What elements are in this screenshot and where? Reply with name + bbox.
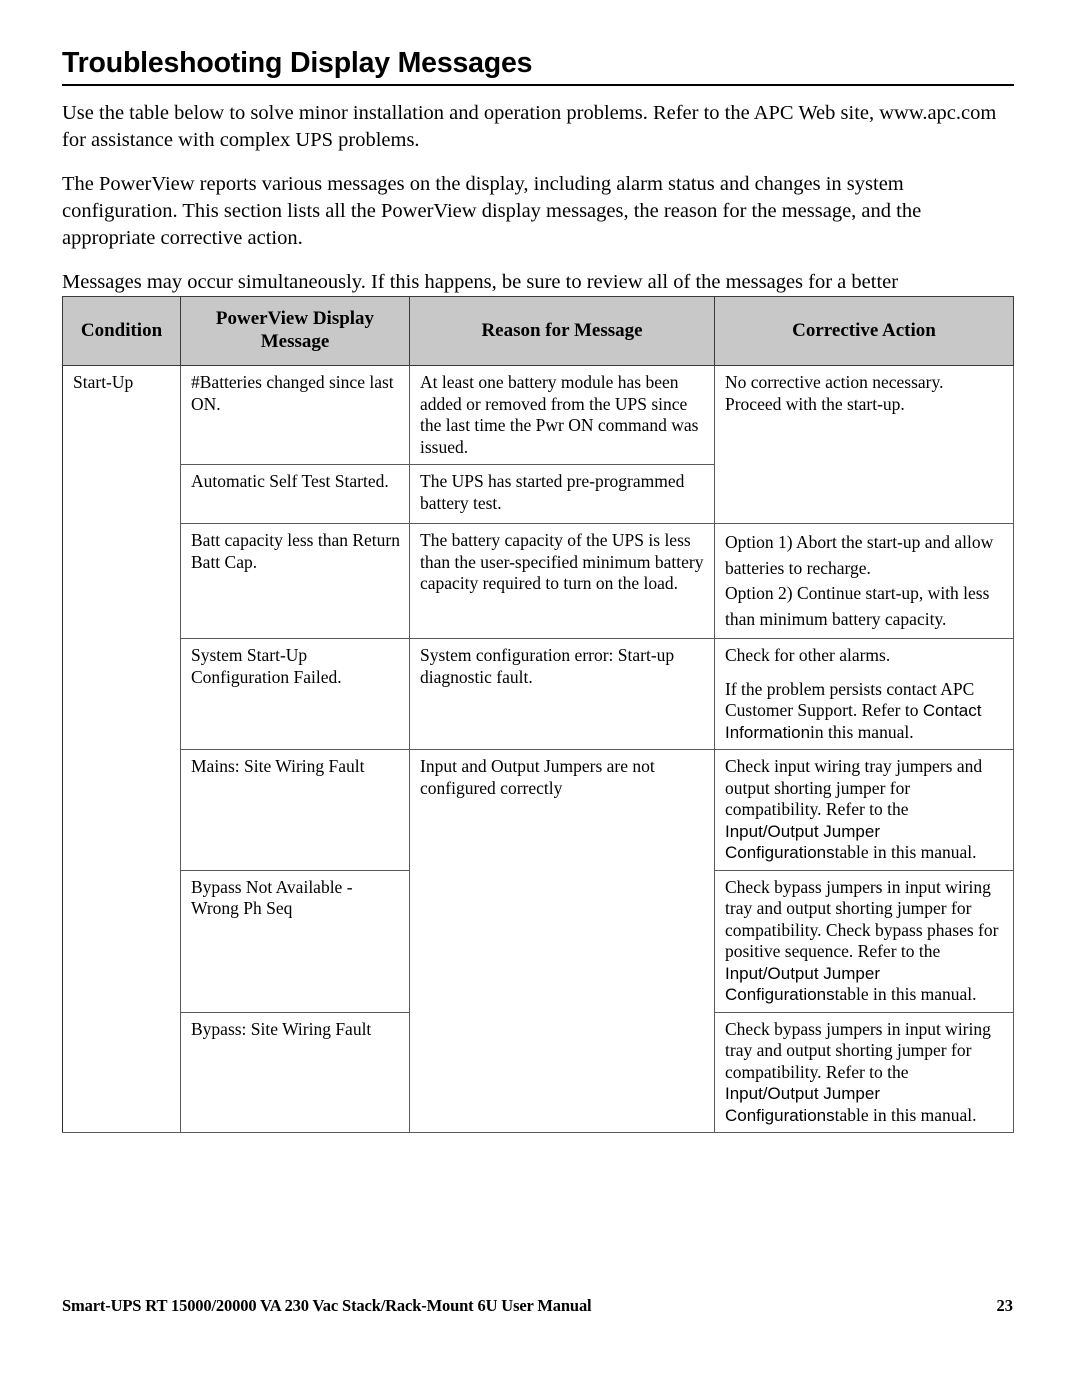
table-header-row: Condition PowerView Display Message Reas… [62, 296, 1014, 366]
table-row: System Start-Up Configuration Failed. Sy… [63, 638, 1014, 750]
cell-reason: Input and Output Jumpers are not configu… [409, 749, 715, 1133]
cell-corrective-action: Option 1) Abort the start-up and allow b… [714, 523, 1014, 639]
title-underline-rule [62, 84, 1014, 86]
cell-corrective-action: No corrective action necessary. Proceed … [714, 365, 1014, 524]
table-body: Start-Up #Batteries changed since last O… [62, 365, 1014, 1133]
cell-reason: System configuration error: Start-up dia… [409, 638, 715, 750]
table-header: Condition PowerView Display Message Reas… [62, 296, 1014, 366]
corrective-text-after: in this manual. [810, 721, 914, 742]
corrective-text-after: table in this manual. [834, 842, 977, 862]
cell-display-message: Bypass: Site Wiring Fault [180, 1011, 410, 1133]
table-row: Start-Up #Batteries changed since last O… [62, 365, 1014, 1133]
troubleshooting-messages-table: Condition PowerView Display Message Reas… [62, 296, 1014, 1133]
table-row: Mains: Site Wiring Fault Input and Outpu… [63, 749, 1014, 1133]
column-header-corrective-action: Corrective Action [714, 296, 1014, 366]
cell-display-message: Mains: Site Wiring Fault [180, 749, 410, 871]
cell-display-message: Bypass Not Available - Wrong Ph Seq [180, 869, 410, 1013]
intro-paragraph-1: Use the table below to solve minor insta… [62, 102, 997, 151]
cell-display-message: Automatic Self Test Started. [180, 464, 410, 524]
corrective-text-after: table in this manual. [834, 984, 977, 1004]
table-row: Batt capacity less than Return Batt Cap.… [63, 523, 1014, 639]
cell-reason: At least one battery module has been add… [409, 365, 715, 465]
cell-corrective-action: Check bypass jumpers in input wiring tra… [714, 869, 1014, 1013]
cell-display-message: System Start-Up Configuration Failed. [180, 638, 410, 750]
page-title: Troubleshooting Display Messages [62, 47, 533, 79]
cell-display-message: Batt capacity less than Return Batt Cap. [180, 523, 410, 639]
document-page: Troubleshooting Display Messages Use the… [0, 0, 1080, 1388]
corrective-text-before: Check bypass jumpers in input wiring tra… [725, 1018, 991, 1082]
cell-corrective-action: Check for other alarms. If the problem p… [714, 638, 1014, 750]
corrective-option-1: Option 1) Abort the start-up and allow b… [725, 532, 994, 578]
column-header-condition: Condition [62, 296, 181, 366]
cell-reason: The battery capacity of the UPS is less … [409, 523, 715, 639]
cell-reason: The UPS has started pre-programmed batte… [409, 464, 715, 524]
cell-corrective-action: Check bypass jumpers in input wiring tra… [714, 1011, 1014, 1133]
cell-condition-start-up: Start-Up [62, 365, 181, 1133]
corrective-text-with-xref: If the problem persists contact APC Cust… [725, 679, 1004, 744]
intro-paragraph-2: The PowerView reports various messages o… [62, 173, 922, 249]
corrective-text-after: table in this manual. [834, 1104, 977, 1125]
footer-page-number: 23 [996, 1296, 1014, 1315]
cell-display-message: #Batteries changed since last ON. [180, 365, 410, 465]
corrective-option-2: Option 2) Continue start-up, with less t… [725, 583, 990, 629]
column-header-display-message: PowerView Display Message [180, 296, 410, 366]
corrective-text: Check for other alarms. [725, 645, 891, 665]
corrective-text-before: Check bypass jumpers in input wiring tra… [725, 876, 999, 962]
corrective-text-before: Check input wiring tray jumpers and outp… [725, 756, 983, 819]
cell-corrective-action: Check input wiring tray jumpers and outp… [714, 749, 1014, 871]
column-header-reason: Reason for Message [409, 296, 715, 366]
